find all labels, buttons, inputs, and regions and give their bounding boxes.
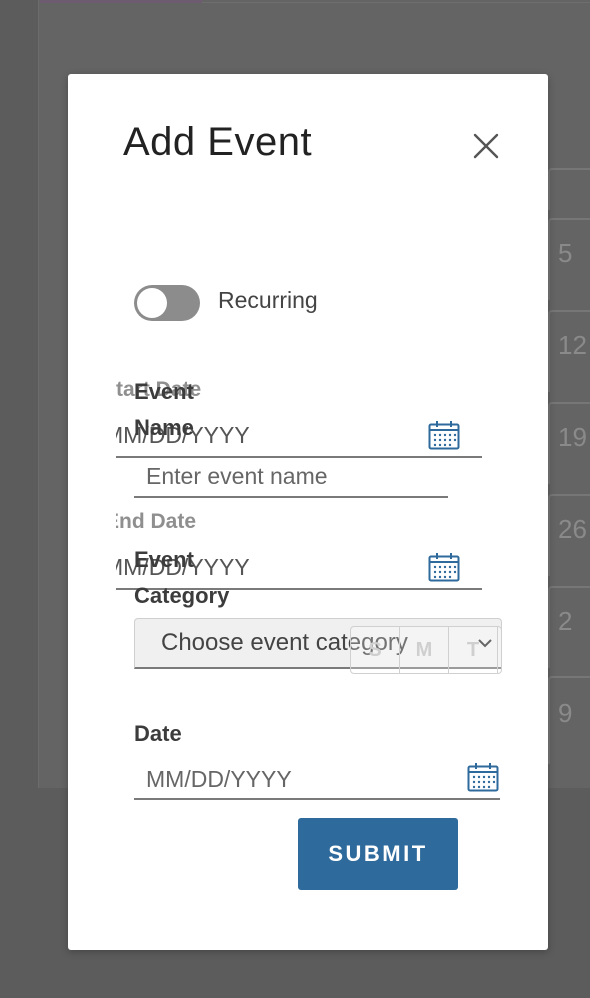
event-name-input[interactable] — [134, 456, 448, 498]
calendar-icon[interactable] — [428, 552, 460, 582]
submit-button[interactable]: SUBMIT — [298, 818, 458, 890]
background-day-number: 26 — [558, 514, 587, 544]
close-button[interactable] — [468, 128, 504, 164]
weekday-tuesday[interactable]: T — [449, 627, 498, 673]
date-input[interactable] — [134, 760, 500, 800]
background-calendar-row — [548, 168, 590, 210]
background-divider — [202, 2, 590, 3]
weekday-monday[interactable]: M — [400, 627, 449, 673]
background-day-number: 12 — [558, 330, 587, 360]
calendar-icon[interactable] — [428, 420, 460, 450]
recurring-toggle[interactable] — [134, 285, 200, 321]
weekday-header: S M T — [350, 626, 502, 674]
background-day-number: 2 — [558, 606, 573, 636]
recurring-label: Recurring — [218, 287, 318, 313]
toggle-knob — [137, 288, 167, 318]
background-day-number: 9 — [558, 698, 573, 728]
background-active-tab — [40, 0, 202, 3]
date-label: Date — [134, 721, 182, 746]
background-day-number: 5 — [558, 238, 573, 268]
background-day-number: 19 — [558, 422, 587, 452]
end-date-label-clip: End Date — [116, 506, 236, 540]
calendar-icon[interactable] — [467, 762, 499, 792]
event-category-label: Event Category — [134, 547, 230, 608]
weekday-sunday[interactable]: S — [351, 627, 400, 673]
add-event-modal: Add Event Recurring Start Date MM/DD/YYY… — [68, 74, 548, 950]
close-icon — [473, 133, 499, 159]
modal-title: Add Event — [123, 120, 313, 164]
end-date-label: End Date — [116, 510, 197, 533]
event-name-label: Event Name — [134, 379, 194, 440]
